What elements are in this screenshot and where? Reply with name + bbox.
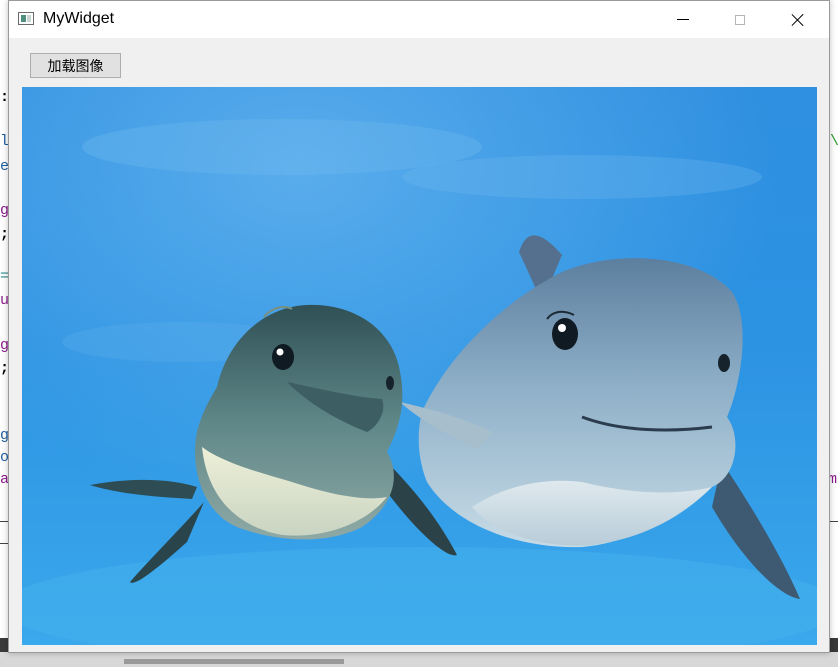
maximize-icon xyxy=(735,14,745,25)
minimize-button[interactable] xyxy=(660,1,706,38)
divider xyxy=(0,521,8,522)
app-window: MyWidget 加载图像 xyxy=(8,0,830,653)
divider xyxy=(830,521,838,522)
app-icon xyxy=(18,12,34,25)
load-image-button[interactable]: 加载图像 xyxy=(30,53,121,78)
divider xyxy=(0,543,8,544)
dolphins-image xyxy=(22,87,817,645)
close-icon xyxy=(791,13,805,27)
close-button[interactable] xyxy=(775,1,821,38)
maximize-button[interactable] xyxy=(717,1,763,38)
title-bar[interactable]: MyWidget xyxy=(9,1,829,38)
scrollbar-thumb[interactable] xyxy=(124,659,344,664)
image-display xyxy=(22,87,817,645)
minimize-icon xyxy=(677,19,689,20)
window-title: MyWidget xyxy=(43,10,115,27)
code-fragment: \ xyxy=(830,133,838,151)
